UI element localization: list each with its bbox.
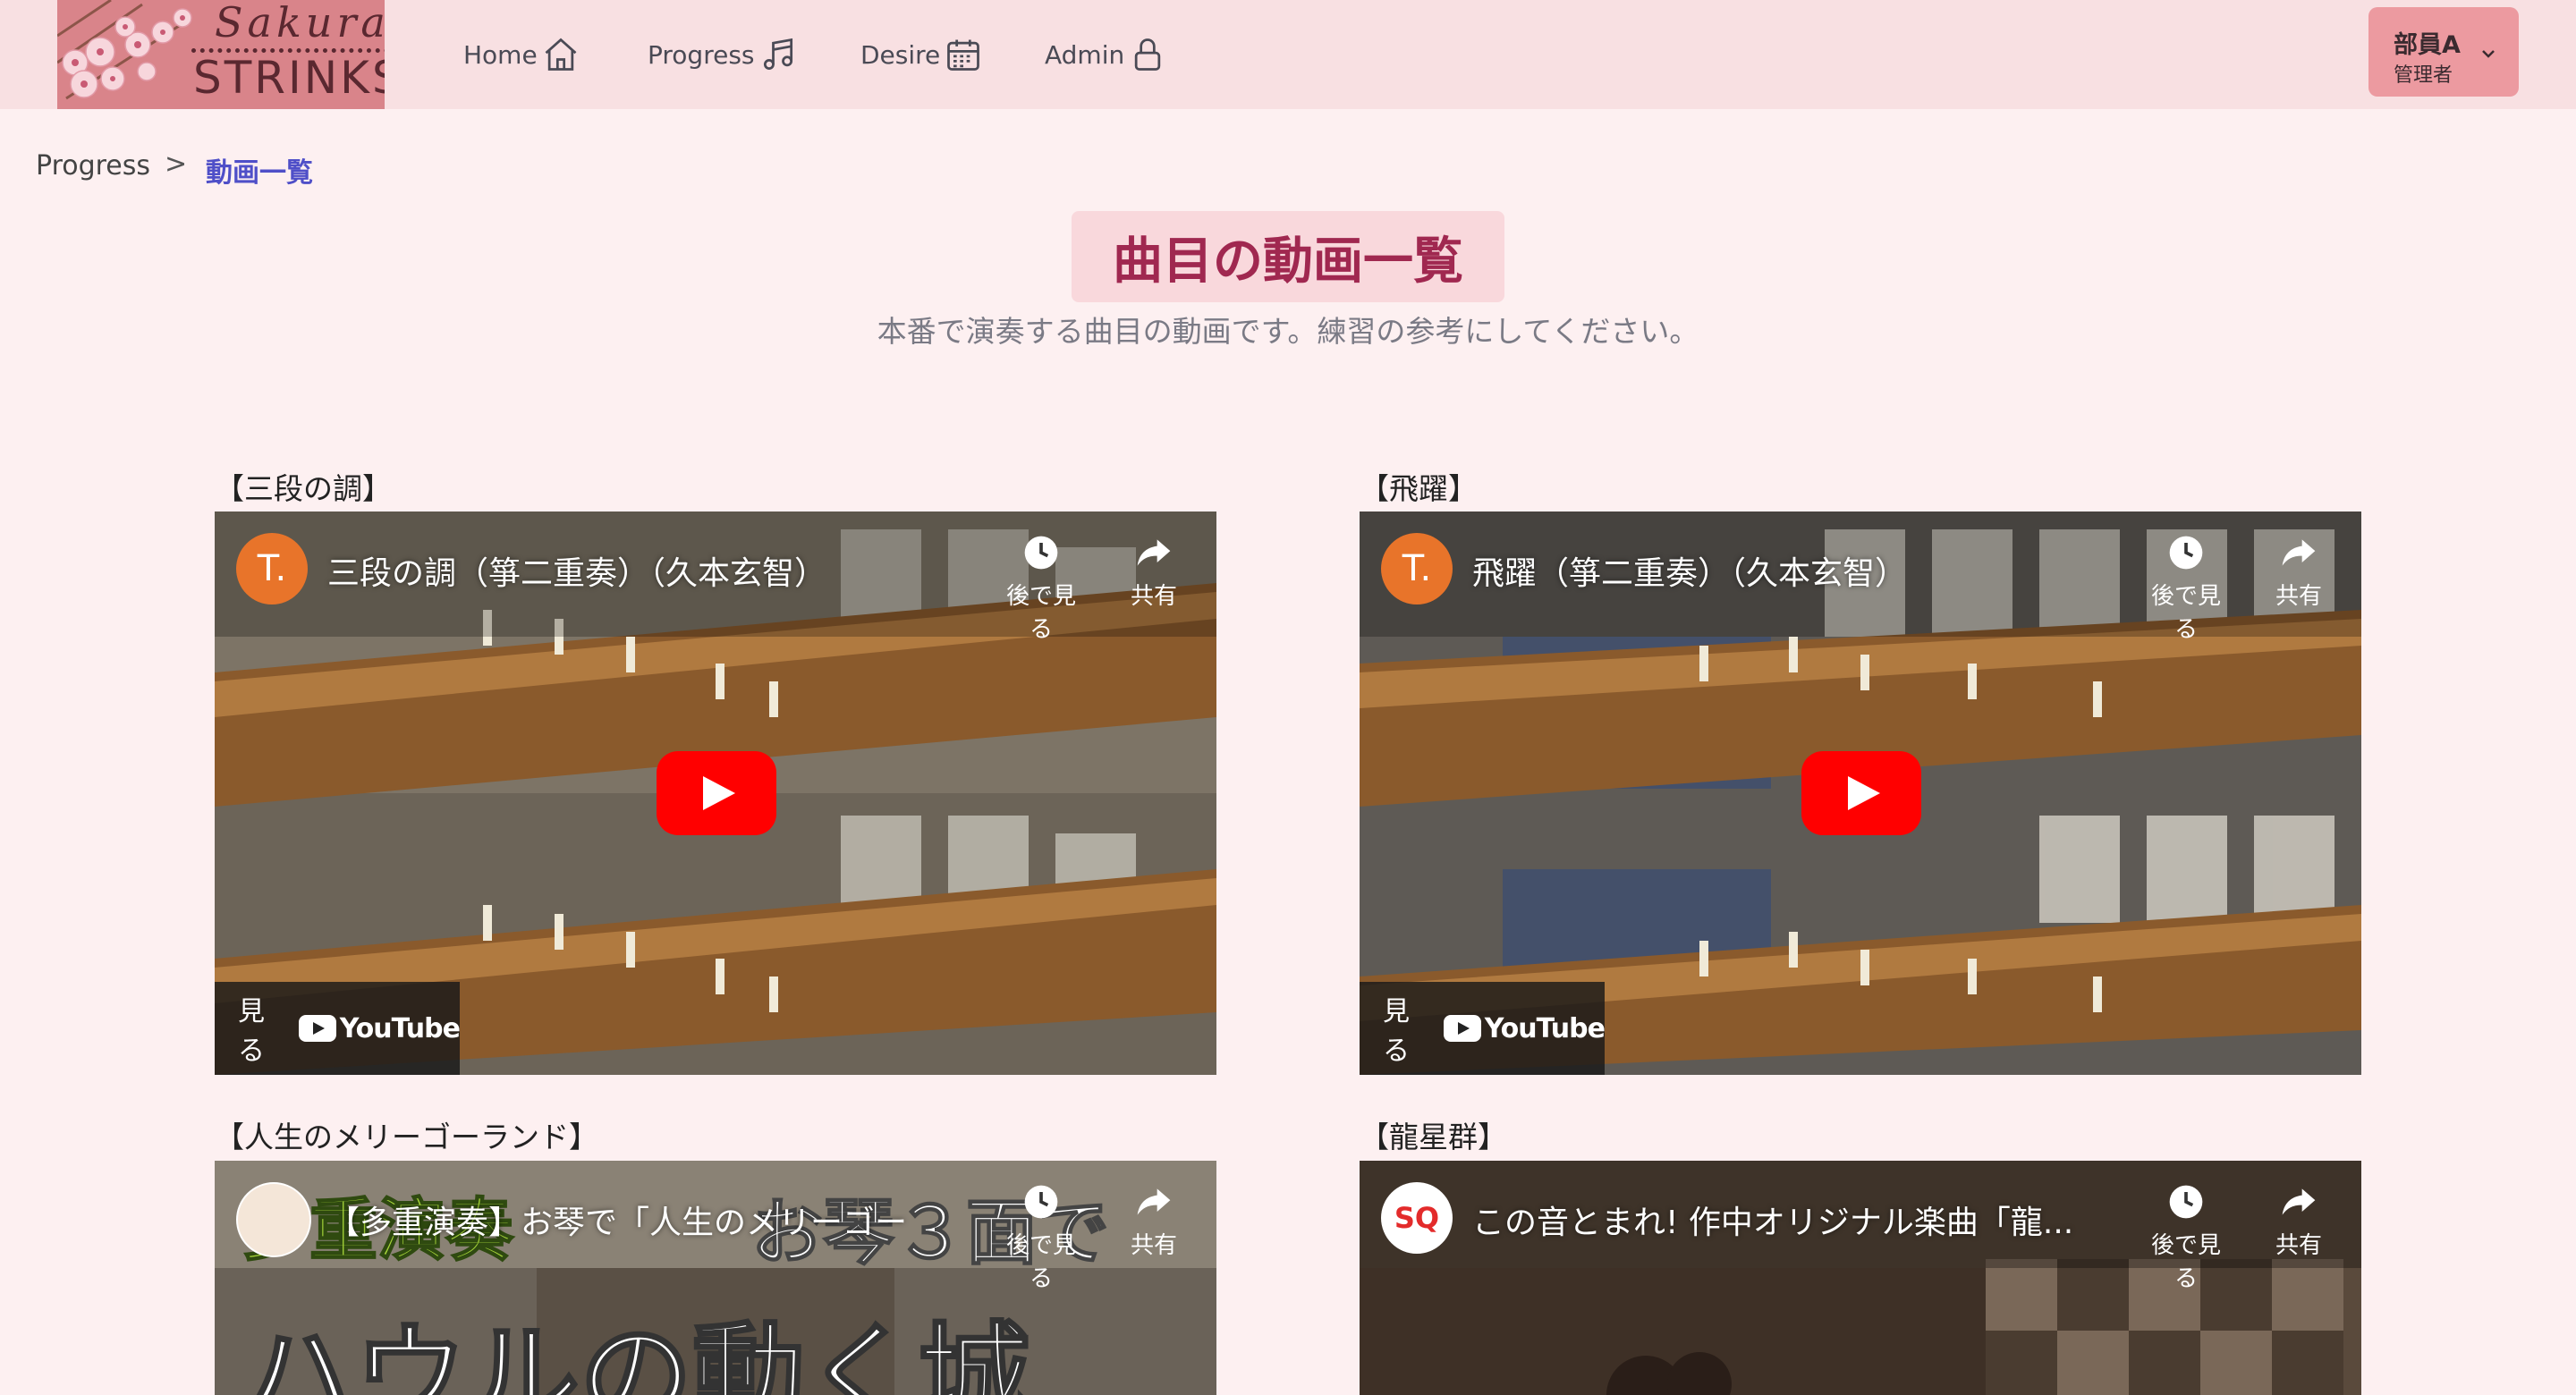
thumbnail-caption-howl: ハウルの動く城 [241,1310,1032,1395]
youtube-play-icon [298,1015,336,1042]
chevron-down-icon [2482,50,2495,58]
breadcrumb-current[interactable]: 動画一覧 [206,150,313,190]
video-title[interactable]: 三段の調（箏二重奏）（久本玄智） [327,547,826,594]
nav-admin-label: Admin [1045,39,1125,70]
share-icon [1137,1188,1171,1215]
watch-later-button[interactable]: 後で見る [2141,533,2231,644]
calendar-icon [947,39,980,71]
clock-icon [2169,1185,2203,1219]
watch-later-label: 後で見る [1005,583,1076,643]
share-button[interactable]: 共有 [2254,1182,2343,1260]
user-role: 管理者 [2394,64,2453,87]
logo-line1: Sakura [215,0,385,46]
video-player-sandan[interactable]: T. 三段の調（箏二重奏）（久本玄智） 後で見る 共有 見る YouTube [215,512,1216,1075]
youtube-wordmark: YouTube [1484,1012,1606,1044]
share-label: 共有 [1130,583,1177,610]
share-button[interactable]: 共有 [2254,533,2343,611]
home-icon [545,38,577,71]
page-subtitle: 本番で演奏する曲目の動画です。練習の参考にしてください。 [877,314,1699,349]
channel-avatar[interactable]: T. [1381,533,1453,604]
watch-later-button[interactable]: 後で見る [2141,1182,2231,1293]
channel-avatar[interactable] [236,1182,311,1257]
video-player-hiyaku[interactable]: T. 飛躍（箏二重奏）（久本玄智） 後で見る 共有 見る YouTube [1360,512,2361,1075]
watch-on-label: 見る [1383,996,1410,1067]
share-label: 共有 [1130,1232,1177,1259]
nav-progress[interactable]: Progress [648,30,798,79]
watch-later-button[interactable]: 後で見る [996,1182,1086,1293]
sakura-strinks-logo[interactable]: Sakura STRINKS [57,0,385,109]
share-icon [2282,539,2316,566]
video-label-merry-go-round: 【人生のメリーゴーランド】 [215,1120,598,1154]
lock-icon [1135,38,1161,71]
watch-on-label: 見る [238,996,265,1067]
top-navbar: Sakura STRINKS Home Progress Desire Admi… [0,0,2576,109]
user-name: 部員A [2394,31,2461,59]
video-label-sandan: 【三段の調】 [215,471,392,506]
breadcrumb-separator: > [165,148,188,180]
share-label: 共有 [2275,1232,2322,1259]
nav-desire[interactable]: Desire [860,30,983,79]
youtube-play-icon [1443,1015,1481,1042]
clock-icon [1024,536,1058,570]
nav-progress-label: Progress [648,39,755,70]
share-button[interactable]: 共有 [1109,533,1199,611]
youtube-wordmark: YouTube [339,1012,461,1044]
share-icon [1137,539,1171,566]
clock-icon [1024,1185,1058,1219]
video-player-ryuuseigun[interactable]: SQ この音とまれ! 作中オリジナル楽曲「龍... 後で見る 共有 [1360,1161,2361,1395]
video-player-merry-go-round[interactable]: 多重演奏 お琴３面で ハウルの動く城 【多重演奏】お琴で「人生のメリーゴー 後で… [215,1161,1216,1395]
watch-on-youtube-button[interactable]: 見る YouTube [1360,982,1606,1075]
share-button[interactable]: 共有 [1109,1182,1199,1260]
play-button-icon[interactable] [1801,751,1921,835]
youtube-logo: YouTube [298,1012,461,1044]
logo-line2: STRINKS [193,52,385,104]
page-title: 曲目の動画一覧 [1072,211,1504,302]
music-note-icon [763,38,792,70]
share-icon [2282,1188,2316,1215]
video-title[interactable]: この音とまれ! 作中オリジナル楽曲「龍... [1472,1196,2073,1243]
channel-avatar[interactable]: SQ [1381,1182,1453,1254]
channel-avatar[interactable]: T. [236,533,308,604]
watch-later-label: 後で見る [2150,583,2221,643]
breadcrumb-progress-link[interactable]: Progress [36,150,150,182]
video-title[interactable]: 【多重演奏】お琴で「人生のメリーゴー [327,1196,907,1243]
nav-home-label: Home [463,39,538,70]
clock-icon [2169,536,2203,570]
video-label-hiyaku: 【飛躍】 [1360,471,1478,506]
video-label-ryuuseigun: 【龍星群】 [1360,1120,1507,1154]
watch-later-button[interactable]: 後で見る [996,533,1086,644]
nav-home[interactable]: Home [463,30,580,79]
watch-later-label: 後で見る [1005,1232,1076,1292]
share-label: 共有 [2275,583,2322,610]
nav-desire-label: Desire [860,39,941,70]
watch-later-label: 後で見る [2150,1232,2221,1292]
youtube-logo: YouTube [1443,1012,1606,1044]
nav-admin[interactable]: Admin [1045,30,1167,79]
play-button-icon[interactable] [657,751,776,835]
user-menu-button[interactable]: 部員A 管理者 [2368,7,2519,97]
watch-on-youtube-button[interactable]: 見る YouTube [215,982,461,1075]
video-title[interactable]: 飛躍（箏二重奏）（久本玄智） [1472,547,1907,594]
